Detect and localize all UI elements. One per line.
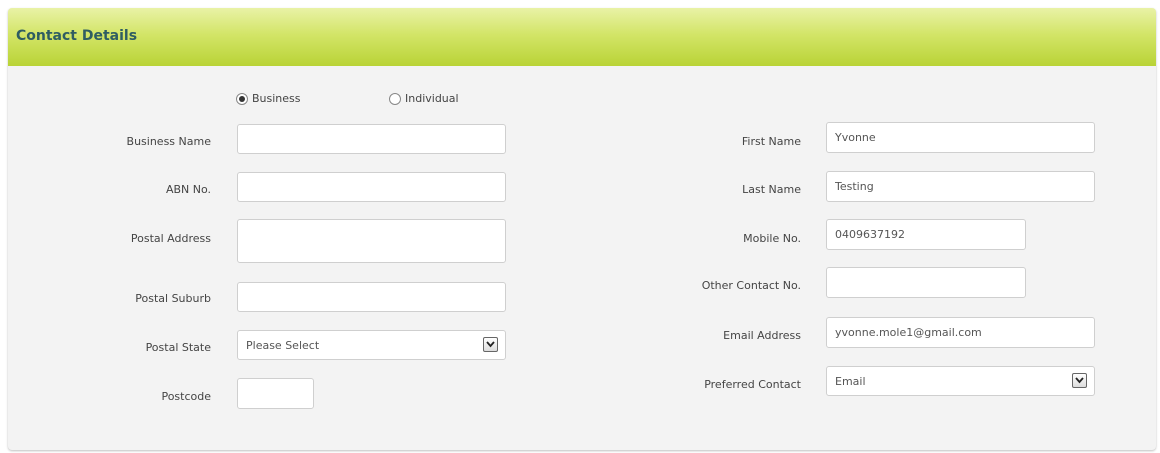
other-contact-input[interactable] bbox=[826, 267, 1026, 298]
email-label: Email Address bbox=[723, 329, 801, 342]
radio-individual-label: Individual bbox=[405, 92, 459, 105]
chevron-down-icon bbox=[1075, 377, 1084, 384]
postal-state-label: Postal State bbox=[145, 341, 211, 354]
last-name-input[interactable] bbox=[826, 171, 1095, 202]
first-name-input[interactable] bbox=[826, 122, 1095, 153]
first-name-label: First Name bbox=[741, 135, 801, 148]
abn-input[interactable] bbox=[237, 172, 506, 202]
postal-suburb-label: Postal Suburb bbox=[135, 292, 211, 305]
radio-business-indicator[interactable] bbox=[236, 92, 248, 105]
postal-address-input[interactable] bbox=[237, 219, 506, 263]
radio-business-label: Business bbox=[252, 92, 301, 105]
mobile-label: Mobile No. bbox=[743, 232, 801, 245]
preferred-contact-selected: Email bbox=[835, 375, 866, 388]
postal-state-dropdown-button[interactable] bbox=[483, 337, 498, 352]
mobile-input[interactable] bbox=[826, 219, 1026, 250]
other-contact-label: Other Contact No. bbox=[701, 279, 801, 292]
last-name-label: Last Name bbox=[742, 183, 801, 196]
section-title: Contact Details bbox=[16, 28, 138, 44]
preferred-contact-select[interactable]: Email bbox=[826, 366, 1095, 396]
radio-individual-indicator[interactable] bbox=[389, 92, 401, 105]
radio-business[interactable]: Business bbox=[236, 92, 301, 105]
radio-individual[interactable]: Individual bbox=[389, 92, 459, 105]
business-name-label: Business Name bbox=[126, 135, 211, 148]
postcode-label: Postcode bbox=[161, 390, 211, 403]
postal-suburb-input[interactable] bbox=[237, 282, 506, 312]
preferred-contact-dropdown-button[interactable] bbox=[1072, 373, 1087, 388]
preferred-contact-label: Preferred Contact bbox=[704, 378, 801, 391]
postal-state-selected: Please Select bbox=[246, 339, 320, 352]
postcode-input[interactable] bbox=[237, 378, 314, 409]
abn-label: ABN No. bbox=[165, 183, 211, 196]
contact-details-panel: Contact Details Business Individual Busi… bbox=[8, 8, 1156, 450]
email-input[interactable] bbox=[826, 317, 1095, 348]
postal-address-label: Postal Address bbox=[130, 232, 211, 245]
business-name-input[interactable] bbox=[237, 124, 506, 154]
postal-state-select[interactable]: Please Select bbox=[237, 330, 506, 360]
section-header: Contact Details bbox=[8, 8, 1156, 66]
chevron-down-icon bbox=[486, 341, 495, 348]
